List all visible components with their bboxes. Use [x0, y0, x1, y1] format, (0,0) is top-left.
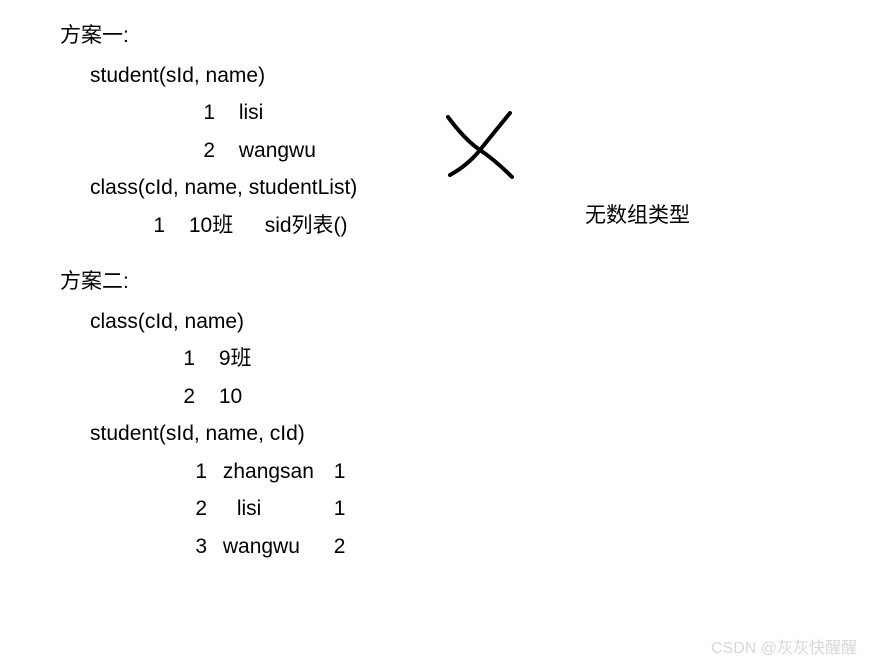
- document-body: 方案一: student(sId, name) 1 lisi 2 wangwu …: [60, 20, 357, 568]
- cell-name: lisi: [239, 97, 264, 129]
- plan1-title: 方案一:: [60, 20, 357, 52]
- cell-cid: 1: [334, 493, 356, 525]
- cell-id: 1: [175, 97, 215, 129]
- cell-name: lisi: [223, 493, 328, 525]
- plan2-class-row: 1 9班: [165, 343, 357, 375]
- plan2-student-row: 3 wangwu 2: [185, 531, 357, 563]
- plan2-title: 方案二:: [60, 266, 357, 298]
- x-mark-icon: [440, 105, 520, 185]
- cell-id: 2: [185, 493, 207, 525]
- plan1-note: 无数组类型: [585, 200, 690, 232]
- plan2-student-row: 1 zhangsan 1: [185, 456, 357, 488]
- plan2-student-row: 2 lisi 1: [185, 493, 357, 525]
- plan1-class-schema: class(cId, name, studentList): [90, 172, 357, 204]
- cell-name: 10: [219, 381, 242, 413]
- cell-list: sid列表(): [265, 210, 348, 242]
- cell-id: 2: [165, 381, 195, 413]
- plan2-section: 方案二: class(cId, name) 1 9班 2 10 student(…: [60, 266, 357, 562]
- watermark: CSDN @灰灰快醒醒: [711, 637, 857, 661]
- plan1-section: 方案一: student(sId, name) 1 lisi 2 wangwu …: [60, 20, 357, 241]
- cell-cid: 2: [334, 531, 356, 563]
- cell-name: zhangsan: [223, 456, 328, 488]
- plan1-class-row: 1 10班 sid列表(): [135, 210, 357, 242]
- plan2-student-schema: student(sId, name, cId): [90, 418, 357, 450]
- plan2-class-row: 2 10: [165, 381, 357, 413]
- cell-cid: 1: [334, 456, 356, 488]
- plan1-student-row: 2 wangwu: [175, 135, 357, 167]
- cell-name: 9班: [219, 343, 252, 375]
- plan2-class-schema: class(cId, name): [90, 306, 357, 338]
- cell-id: 1: [185, 456, 207, 488]
- cell-id: 3: [185, 531, 207, 563]
- cell-name: wangwu: [239, 135, 316, 167]
- cell-id: 1: [165, 343, 195, 375]
- plan1-student-schema: student(sId, name): [90, 60, 357, 92]
- cell-id: 2: [175, 135, 215, 167]
- cell-name: 10班: [189, 210, 259, 242]
- plan1-student-row: 1 lisi: [175, 97, 357, 129]
- cell-id: 1: [135, 210, 165, 242]
- cell-name: wangwu: [223, 531, 328, 563]
